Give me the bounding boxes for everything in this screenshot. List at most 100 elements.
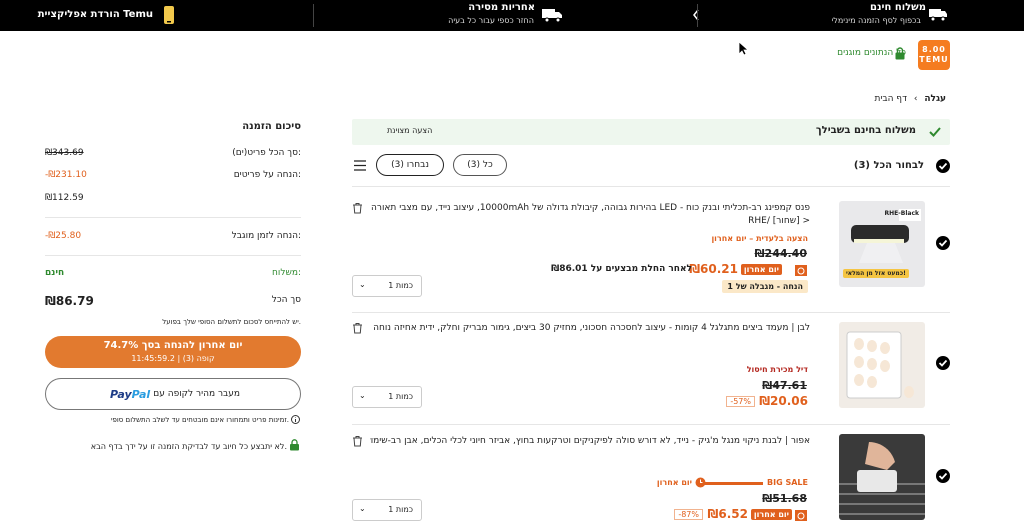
chevron-down-icon: ⌄ [359, 391, 366, 400]
top-banner: משלוח חינם בכפוף לסף הזמנה מינימלי אחריו… [0, 0, 1024, 31]
product-image[interactable] [839, 434, 925, 520]
summary-label: סך הכל פריט(ים): [232, 148, 301, 158]
sale-progress-bar [703, 482, 763, 485]
info-icon [291, 415, 300, 424]
item-checkbox[interactable] [936, 236, 950, 250]
promo-label: דיל מכירת חיסול [746, 365, 808, 374]
alarm-icon [795, 510, 807, 521]
quantity-value: כמות 1 [388, 505, 413, 514]
chevron-down-icon: ⌄ [359, 280, 366, 289]
quantity-selector[interactable]: כמות 1 ⌄ [352, 275, 422, 297]
divider [45, 255, 301, 256]
free-shipping-bar-title: משלוח בחינם בשבילך [815, 125, 916, 136]
thumb-badge: RHE-Black [884, 210, 919, 217]
cart-item-1: RHE-Black כמעט אזל מן המלאי! פנס קמפינג … [352, 194, 950, 304]
sale-price: ₪20.06 [759, 394, 808, 408]
breadcrumb: עגלה › דף הבית [872, 94, 948, 104]
menu-icon[interactable] [354, 160, 366, 171]
free-shipping-bar: משלוח בחינם בשבילך הצעה מצוינת [352, 119, 950, 145]
summary-value: ₪112.59 [45, 193, 84, 203]
item-checkbox[interactable] [936, 469, 950, 483]
breadcrumb-current: עגלה [924, 94, 946, 104]
check-icon [938, 162, 948, 170]
cart-item-2: לבן | מעמד ביצים מתגלגל 4 קומות - עיצוב … [352, 316, 950, 426]
free-shipping-subtitle: בכפוף לסף הזמנה מינימלי [831, 16, 921, 25]
selection-row: לבחור הכל (3) כל (3) נבחרו (3) [352, 153, 950, 179]
secure-charge-note: לא יתבצע כל חיוב עד לבדיקת הזמנה זו על י… [90, 442, 287, 451]
mouse-cursor-icon [738, 41, 748, 56]
item-checkbox[interactable] [936, 356, 950, 370]
tax-note: יש להתייחס לסכום לתשלום הסופי שלך בפועל. [162, 318, 301, 326]
summary-value: -₪231.10 [45, 170, 87, 180]
checkmark-icon [929, 127, 941, 137]
summary-title: סיכום הזמנה [242, 121, 301, 132]
banner-separator [313, 4, 314, 27]
trash-icon[interactable] [352, 322, 363, 334]
paypal-checkout-button[interactable]: מעבר מהיר לקופה עם PayPal [45, 378, 301, 410]
last-day-label: יום אחרון [656, 478, 692, 487]
original-price: ₪47.61 [762, 379, 807, 392]
summary-label: סך הכל [271, 295, 301, 305]
select-all-checkbox[interactable] [936, 159, 950, 173]
trash-icon[interactable] [352, 435, 363, 447]
availability-note: זמינות פריט ותמחורו אינם מובטחים עד לשלב… [110, 416, 289, 424]
last-day-tag: יום אחרון [740, 264, 782, 275]
free-shipping-banner[interactable]: משלוח חינם בכפוף לסף הזמנה מינימלי [693, 0, 1024, 31]
logo-bottom-text: TEMU [919, 55, 949, 64]
divider [352, 312, 950, 313]
lock-icon [290, 439, 299, 451]
low-stock-label: כמעט אזל מן המלאי! [843, 269, 909, 278]
big-sale-tag: BIG SALE [767, 478, 808, 487]
quantity-value: כמות 1 [388, 392, 413, 401]
checkout-button[interactable]: יום אחרון להנחה בסך 74.7% קופה (3) | 11:… [45, 336, 301, 368]
trash-icon[interactable] [352, 202, 363, 214]
product-title[interactable]: פנס קמפינג רב-תכליתי ובנק כוח - LED בהיר… [370, 202, 810, 215]
after-promo-price: לאחר החלת מבצעים על ₪86.01 [551, 264, 692, 274]
original-price: ₪244.40 [754, 247, 807, 260]
divider [45, 217, 301, 218]
temu-logo[interactable]: 8.00 TEMU [918, 40, 950, 70]
quantity-value: כמות 1 [388, 281, 413, 290]
summary-value: ₪343.69 [45, 148, 84, 158]
free-shipping-title: משלוח חינם [870, 2, 926, 13]
cart-item-3: אפור | לבנת ניקוי מנגל מ'גיק - נייד, לא … [352, 430, 950, 529]
paypal-text: מעבר מהיר לקופה עם [153, 389, 240, 399]
delivery-guarantee-banner[interactable]: אחריות מסירה החזר כספי עבור כל בעיה [313, 0, 696, 31]
checkout-line-1: יום אחרון להנחה בסך 74.7% [103, 340, 243, 351]
summary-value: חינם [45, 268, 65, 278]
promo-label: הצעה בלעדית – יום אחרון [711, 234, 808, 243]
discount-percent: -57% [726, 396, 755, 407]
sale-price: ₪60.21 [689, 262, 738, 276]
tab-selected[interactable]: נבחרו (3) [376, 154, 444, 176]
discount-percent: -87% [674, 509, 703, 520]
check-icon [938, 239, 948, 247]
divider [352, 186, 950, 187]
summary-total-value: ₪86.79 [45, 294, 94, 308]
delivery-subtitle: החזר כספי עבור כל בעיה [448, 16, 534, 25]
breadcrumb-home[interactable]: דף הבית [874, 94, 907, 104]
sale-price: ₪6.52 [707, 507, 748, 521]
quantity-selector[interactable]: כמות 1 ⌄ [352, 499, 422, 521]
alarm-icon [795, 265, 807, 276]
variant-selector[interactable]: RHE/ [שחור] > [748, 216, 810, 226]
phone-icon [164, 6, 174, 24]
delivery-title: אחריות מסירה [468, 2, 535, 13]
checkout-line-2: קופה (3) | 11:45:59.2 [131, 354, 215, 363]
product-title[interactable]: לבן | מעמד ביצים מתגלגל 4 קומות - עיצוב … [370, 322, 810, 335]
original-price: ₪51.68 [762, 492, 807, 505]
data-secure-text: כל הנתונים מוגנים [837, 48, 906, 58]
logo-top-text: 8.00 [922, 45, 946, 54]
product-image[interactable] [839, 322, 925, 408]
select-all-label[interactable]: לבחור הכל (3) [854, 160, 924, 171]
product-image[interactable]: RHE-Black כמעט אזל מן המלאי! [839, 201, 925, 287]
truck-icon [929, 9, 947, 22]
quantity-selector[interactable]: כמות 1 ⌄ [352, 386, 422, 408]
grill-brick-image [839, 442, 925, 515]
summary-label: הנחה על פריטים: [233, 170, 301, 180]
product-title[interactable]: אפור | לבנת ניקוי מנגל מ'גיק - נייד, לא … [370, 435, 810, 448]
tab-all[interactable]: כל (3) [453, 154, 507, 176]
app-download-banner[interactable]: הורדת אפליקציית Temu [0, 0, 312, 31]
chevron-down-icon: ⌄ [359, 504, 366, 513]
breadcrumb-separator: › [913, 94, 918, 104]
discount-limit-badge: הנחה - מגבלה של 1 [722, 280, 808, 293]
